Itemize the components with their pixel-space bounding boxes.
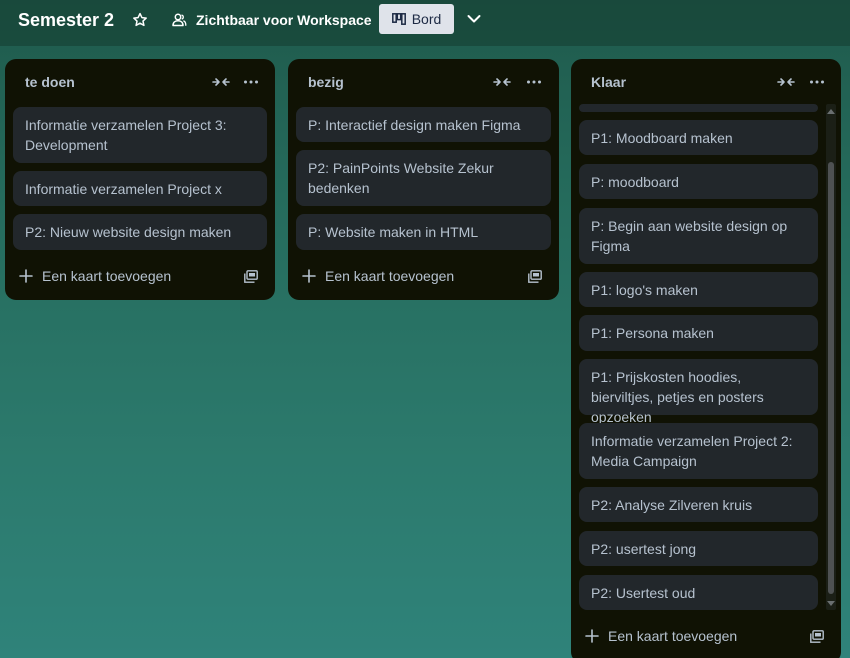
card[interactable]: P2: PainPoints Website Zekur bedenken (296, 150, 551, 206)
visibility-label: Zichtbaar voor Workspace (196, 12, 372, 28)
card[interactable]: P2: Nieuw website design maken (13, 214, 267, 250)
add-card-label: Een kaart toevoegen (325, 268, 455, 284)
list-actions-button[interactable] (805, 71, 829, 93)
card[interactable]: P: moodboard (579, 164, 818, 199)
scroll-up-arrow[interactable] (826, 106, 836, 116)
triangle-up-icon (827, 108, 835, 114)
chevron-down-icon (467, 15, 481, 23)
create-from-template-button[interactable] (805, 624, 829, 648)
collapse-icon (212, 78, 230, 86)
list-scrollbar[interactable] (826, 104, 836, 610)
card[interactable]: P1: Prijskosten hoodies, bierviltjes, pe… (579, 359, 818, 425)
list-title[interactable]: Klaar (591, 74, 626, 90)
template-icon (528, 269, 542, 283)
view-dropdown-button[interactable] (462, 7, 486, 31)
add-card-button[interactable]: Een kaart toevoegen (302, 264, 454, 288)
collapse-list-button[interactable] (209, 71, 233, 93)
card[interactable]: Informatie verzamelen Project 2: Media C… (579, 423, 818, 479)
template-icon (244, 269, 258, 283)
star-icon (133, 12, 147, 27)
add-card-label: Een kaart toevoegen (608, 628, 738, 644)
star-button[interactable] (128, 8, 152, 32)
card[interactable]: P1: logo's maken (579, 272, 818, 307)
collapse-icon (777, 78, 795, 86)
scroll-thumb[interactable] (828, 162, 834, 594)
card[interactable]: Informatie verzamelen Project 3: Develop… (13, 107, 267, 163)
card[interactable]: P: Begin aan website design op Figma (579, 208, 818, 264)
card[interactable]: P2: Analyse Zilveren kruis (579, 487, 818, 522)
board-icon (391, 13, 406, 25)
create-from-template-button[interactable] (239, 264, 263, 288)
people-icon (172, 13, 187, 27)
collapse-icon (493, 78, 511, 86)
card[interactable]: P1: Persona maken (579, 315, 818, 351)
board-header: Semester 2 Zichtbaar voor Workspace Bord (0, 0, 850, 46)
card[interactable]: P: Interactief design maken Figma (296, 107, 551, 142)
scroll-down-arrow[interactable] (826, 598, 836, 608)
list-bezig[interactable]: bezig P: Interactief design maken Figma … (288, 59, 559, 300)
plus-icon (585, 629, 599, 643)
view-switcher-button[interactable]: Bord (379, 4, 454, 34)
add-card-button[interactable]: Een kaart toevoegen (585, 624, 737, 648)
more-icon (527, 80, 541, 84)
triangle-down-icon (827, 600, 835, 606)
list-te-doen[interactable]: te doen Informatie verzamelen Project 3:… (5, 59, 275, 300)
collapse-list-button[interactable] (774, 71, 798, 93)
more-icon (244, 80, 258, 84)
list-actions-button[interactable] (522, 71, 546, 93)
list-header: Klaar (571, 59, 841, 105)
card[interactable]: P1: Moodboard maken (579, 120, 818, 155)
collapse-list-button[interactable] (490, 71, 514, 93)
card[interactable]: Informatie verzamelen Project x (13, 171, 267, 206)
card[interactable]: P: Website maken in HTML (296, 214, 551, 250)
create-from-template-button[interactable] (523, 264, 547, 288)
card[interactable]: P2: Usertest oud (579, 575, 818, 610)
add-card-button[interactable]: Een kaart toevoegen (19, 264, 171, 288)
more-icon (810, 80, 824, 84)
plus-icon (302, 269, 316, 283)
card-partial[interactable] (579, 104, 818, 112)
list-header: te doen (5, 59, 275, 105)
list-title[interactable]: bezig (308, 74, 344, 90)
plus-icon (19, 269, 33, 283)
board-title[interactable]: Semester 2 (18, 9, 114, 31)
list-header: bezig (288, 59, 559, 105)
list-klaar[interactable]: Klaar P1: Moodboard maken P: moodboard P… (571, 59, 841, 658)
visibility-button[interactable]: Zichtbaar voor Workspace (171, 8, 372, 32)
list-actions-button[interactable] (239, 71, 263, 93)
add-card-label: Een kaart toevoegen (42, 268, 172, 284)
list-title[interactable]: te doen (25, 74, 75, 90)
template-icon (810, 629, 824, 643)
view-label: Bord (411, 11, 442, 27)
card[interactable]: P2: usertest jong (579, 531, 818, 566)
